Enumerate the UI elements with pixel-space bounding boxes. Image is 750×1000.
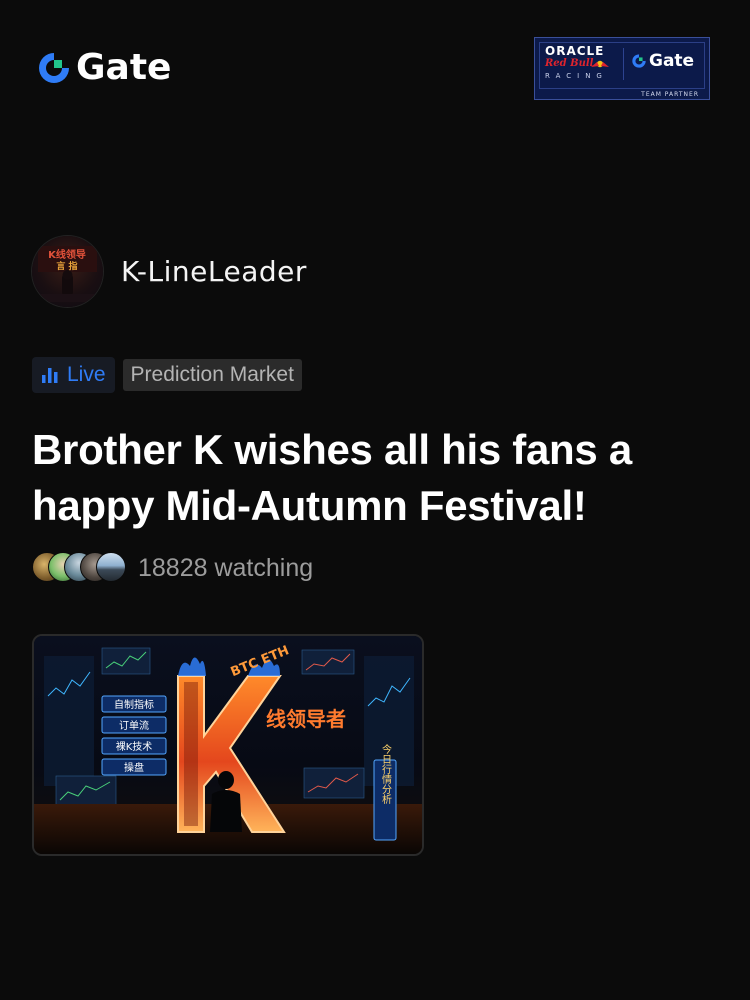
watcher-avatar-stack: [32, 552, 128, 584]
stream-title: Brother K wishes all his fans a happy Mi…: [32, 426, 632, 529]
gate-brand-logo[interactable]: Gate: [36, 48, 171, 88]
cover-headline: 线领导者: [266, 707, 346, 731]
cover-side-text: 今日行情分析: [380, 743, 392, 805]
header: Gate ORACLE Red Bull RACING Gate TEAM PA…: [0, 0, 750, 110]
partner-oracle-text: ORACLE: [545, 44, 605, 58]
cover-menu-item: 订单流: [119, 719, 149, 732]
live-stream-page: Gate ORACLE Red Bull RACING Gate TEAM PA…: [0, 0, 750, 1000]
brand-name: Gate: [76, 47, 172, 88]
author-avatar-image: K线领导 言 指: [36, 246, 99, 302]
watching-count: 18828 watching: [138, 553, 314, 582]
watcher-avatar: [96, 552, 126, 582]
cover-menu-item: 自制指标: [114, 698, 154, 711]
author-avatar[interactable]: K线领导 言 指: [32, 236, 103, 307]
bar-chart-icon: [42, 368, 58, 383]
live-badge: Live: [32, 357, 115, 393]
author-name[interactable]: K-LineLeader: [121, 255, 307, 288]
category-tag[interactable]: Prediction Market: [122, 359, 302, 391]
stream-tags: Live Prediction Market: [32, 357, 302, 393]
red-bull-icon: [591, 60, 609, 68]
stream-cover-image: 自制指标 订单流 裸K技术 操盘 BTC ETH 线领导者 今日行情分析: [34, 636, 422, 854]
svg-text:K线领导: K线领导: [48, 248, 86, 261]
cover-menu-item: 裸K技术: [116, 740, 153, 753]
live-label: Live: [67, 363, 106, 386]
stream-thumbnail[interactable]: 自制指标 订单流 裸K技术 操盘 BTC ETH 线领导者 今日行情分析: [32, 634, 424, 856]
partner-caption: TEAM PARTNER: [641, 91, 699, 98]
team-partner-badge[interactable]: ORACLE Red Bull RACING Gate TEAM PARTNER: [534, 37, 710, 100]
gate-logo-icon: [39, 53, 69, 83]
partner-divider: [623, 48, 624, 80]
partner-gate-logo: Gate: [631, 51, 694, 71]
watchers-row: 18828 watching: [32, 552, 313, 584]
cover-menu-item: 操盘: [124, 761, 144, 774]
category-label: Prediction Market: [130, 363, 294, 386]
partner-racing-text: RACING: [545, 72, 608, 80]
author-row[interactable]: K线领导 言 指 K-LineLeader: [32, 236, 307, 307]
partner-redbull-text: Red Bull: [545, 58, 594, 69]
partner-gate-text: Gate: [649, 51, 695, 71]
gate-logo-small-icon: [632, 54, 646, 68]
